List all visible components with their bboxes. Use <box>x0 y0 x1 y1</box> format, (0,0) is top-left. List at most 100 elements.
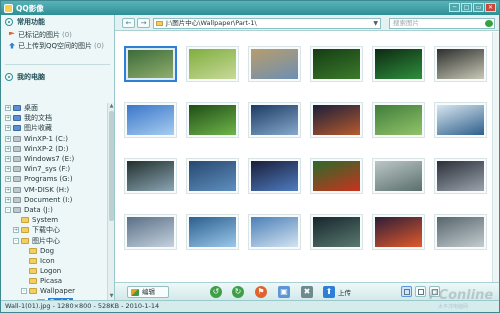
collapse-icon[interactable]: - <box>13 237 19 244</box>
restore-button[interactable]: ▭ <box>473 3 484 12</box>
search-placeholder: 搜索图片 <box>393 19 419 27</box>
tree-node[interactable]: Picasa <box>1 276 106 286</box>
expand-icon[interactable]: + <box>5 166 11 173</box>
photo-thumbnail[interactable] <box>434 214 487 250</box>
search-input[interactable]: 搜索图片 <box>389 18 495 29</box>
chevron-down-icon[interactable]: ▼ <box>373 19 378 28</box>
photo-thumbnail[interactable] <box>434 46 487 82</box>
computer-header[interactable]: 我的电脑 <box>1 70 114 84</box>
photo-thumbnail[interactable] <box>186 214 239 250</box>
scrollbar-thumb[interactable] <box>109 111 114 221</box>
photo-thumbnail[interactable] <box>124 102 177 138</box>
photo-image <box>313 105 360 135</box>
tree-node[interactable]: - Data (J:) <box>1 205 106 215</box>
scroll-up-arrow[interactable]: ▲ <box>108 103 115 110</box>
photo-thumbnail[interactable] <box>124 158 177 194</box>
tree-node[interactable]: Icon <box>1 256 106 266</box>
sidebar-item-uploaded[interactable]: 已上传到QQ空间的图片 (0) <box>1 40 114 51</box>
edit-button[interactable]: 编辑 <box>127 286 169 298</box>
tree-node[interactable]: + 桌面 <box>1 103 106 113</box>
section-collapse-icon[interactable] <box>5 73 13 81</box>
collapse-icon[interactable]: - <box>21 288 27 295</box>
rotate-left-icon[interactable]: ↺ <box>210 286 222 298</box>
tree-node[interactable]: Logon <box>1 266 106 276</box>
window-title: QQ影像 <box>16 3 44 13</box>
photo-thumbnail[interactable] <box>186 46 239 82</box>
scroll-down-arrow[interactable]: ▼ <box>108 293 115 300</box>
tree-node[interactable]: - Wallpaper <box>1 286 106 296</box>
forward-button[interactable]: → <box>137 18 150 28</box>
photo-thumbnail[interactable] <box>434 158 487 194</box>
expand-icon[interactable]: + <box>5 156 11 163</box>
photo-thumbnail[interactable] <box>248 46 301 82</box>
photo-thumbnail[interactable] <box>186 158 239 194</box>
slideshow-icon[interactable]: ▣ <box>278 286 290 298</box>
sidebar-item-marked[interactable]: 已标记的图片 (0) <box>1 29 114 40</box>
list-view-button[interactable] <box>415 286 426 297</box>
photo-thumbnail[interactable] <box>310 214 363 250</box>
photo-thumbnail[interactable] <box>124 214 177 250</box>
photo-image <box>375 217 422 247</box>
expand-icon[interactable]: + <box>5 176 11 183</box>
expand-icon[interactable]: + <box>13 227 19 234</box>
close-button[interactable]: ✕ <box>485 3 496 12</box>
expand-icon[interactable]: + <box>5 145 11 152</box>
photo-thumbnail[interactable] <box>310 102 363 138</box>
photo-thumbnail[interactable] <box>186 102 239 138</box>
search-icon[interactable] <box>485 20 493 27</box>
expand-icon[interactable]: + <box>5 125 11 132</box>
delete-icon[interactable]: ✖ <box>301 286 313 298</box>
tree-node[interactable]: + Document (I:) <box>1 195 106 205</box>
photo-thumbnail[interactable] <box>310 158 363 194</box>
grid-scrollbar[interactable] <box>492 32 499 282</box>
photo-thumbnail[interactable] <box>372 46 425 82</box>
section-collapse-icon[interactable] <box>5 18 13 26</box>
tree-node[interactable]: + 我的文档 <box>1 113 106 123</box>
tree-node[interactable]: + Programs (G:) <box>1 174 106 184</box>
favorites-header[interactable]: 常用功能 <box>1 15 114 29</box>
expand-icon[interactable]: + <box>5 105 11 112</box>
tree-node[interactable]: + WinXP-2 (D:) <box>1 144 106 154</box>
tree-node[interactable]: + Win7_sys (F:) <box>1 164 106 174</box>
expand-icon <box>21 248 27 254</box>
grid-view-icon <box>404 289 410 295</box>
tree-node[interactable]: + Windows7 (E:) <box>1 154 106 164</box>
thumbnail-grid <box>115 32 492 282</box>
tree-node[interactable]: Dog <box>1 246 106 256</box>
collapse-icon[interactable]: - <box>5 206 11 213</box>
photo-thumbnail[interactable] <box>124 46 177 82</box>
tree-node[interactable]: + VM-DISK (H:) <box>1 185 106 195</box>
expand-icon[interactable]: + <box>5 196 11 203</box>
upload-label[interactable]: 上传 <box>338 287 351 297</box>
photo-thumbnail[interactable] <box>248 158 301 194</box>
tree-node[interactable]: + 下载中心 <box>1 225 106 235</box>
tree-node-label: Windows7 (E:) <box>24 155 75 164</box>
photo-thumbnail[interactable] <box>372 214 425 250</box>
app-window: QQ影像 ─ □ ▭ ✕ 常用功能 已标记的图片 (0) 已上传到QQ空间的图片… <box>0 0 500 313</box>
photo-thumbnail[interactable] <box>248 214 301 250</box>
expand-icon[interactable]: + <box>5 135 11 142</box>
expand-icon[interactable]: + <box>5 186 11 193</box>
tree-scrollbar[interactable]: ▲ ▼ <box>107 103 114 300</box>
photo-thumbnail[interactable] <box>372 102 425 138</box>
back-button[interactable]: ← <box>122 18 135 28</box>
tree-node[interactable]: + WinXP-1 (C:) <box>1 134 106 144</box>
photo-thumbnail[interactable] <box>372 158 425 194</box>
flag-icon[interactable]: ⚑ <box>255 286 267 298</box>
grid-view-button[interactable] <box>401 286 412 297</box>
maximize-button[interactable]: □ <box>461 3 472 12</box>
tree-node-label: Icon <box>40 256 55 265</box>
upload-icon[interactable]: ⬆ <box>323 286 335 298</box>
photo-thumbnail[interactable] <box>434 102 487 138</box>
path-field[interactable]: J:\图片中心\Wallpaper\Part-1\ ▼ <box>153 18 381 29</box>
photo-thumbnail[interactable] <box>310 46 363 82</box>
tree-node[interactable]: + 图片收藏 <box>1 123 106 133</box>
expand-icon[interactable]: + <box>5 115 11 122</box>
photo-thumbnail[interactable] <box>248 102 301 138</box>
tree-node[interactable]: System <box>1 215 106 225</box>
expand-icon <box>21 268 27 274</box>
title-bar[interactable]: QQ影像 ─ □ ▭ ✕ <box>1 1 499 15</box>
minimize-button[interactable]: ─ <box>449 3 460 12</box>
tree-node[interactable]: - 图片中心 <box>1 235 106 245</box>
rotate-right-icon[interactable]: ↻ <box>232 286 244 298</box>
